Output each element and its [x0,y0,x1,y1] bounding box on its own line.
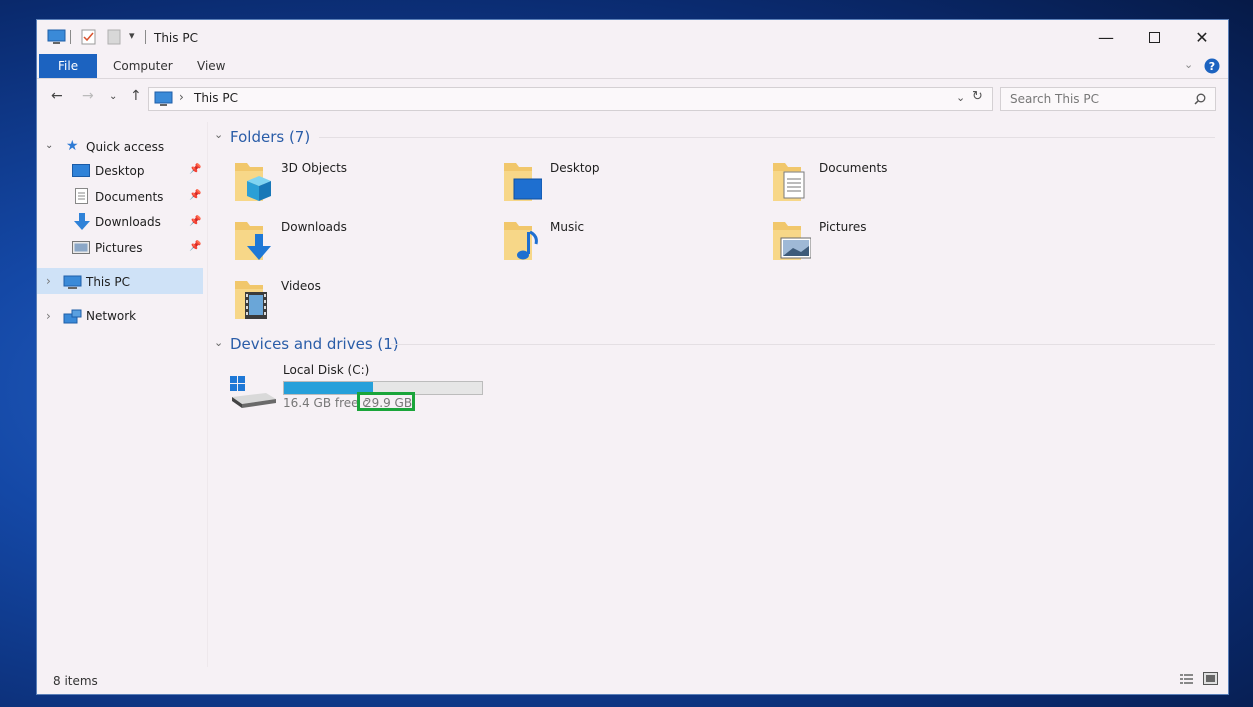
chevron-down-icon[interactable]: ⌄ [45,134,53,158]
chevron-down-icon[interactable]: ⌄ [214,336,223,349]
this-pc-icon [154,91,173,106]
folder-documents-icon [773,163,805,201]
close-icon: ✕ [1195,27,1209,47]
ribbon-tabs: File Computer View ⌄ ? [37,54,1228,78]
documents-icon [75,188,88,204]
pin-icon[interactable]: 📌 [189,241,201,252]
folder-videos[interactable]: Videos [233,275,493,327]
folder-music[interactable]: Music [502,216,762,268]
folder-desktop[interactable]: Desktop [502,157,762,209]
folder-3d-objects[interactable]: 3D Objects [233,157,493,209]
folder-label: Videos [281,279,321,293]
status-item-count: 8 items [53,674,98,688]
folder-label: Music [550,220,585,234]
nav-item-desktop[interactable]: Desktop [95,159,145,183]
title-bar: ▾ This PC — ✕ [37,20,1228,54]
close-button[interactable]: ✕ [1179,20,1225,54]
window-title: This PC [154,31,198,45]
folder-desktop-icon [504,163,542,201]
address-bar[interactable]: › This PC ⌄ ↻ [148,87,993,111]
details-view-icon[interactable] [1180,673,1194,685]
folder-label: Desktop [550,161,600,175]
folder-documents[interactable]: Documents [771,157,1031,209]
desktop-icon [72,164,90,177]
navigation-pane: ⌄ ★ Quick access Desktop 📌 Documents 📌 D… [37,122,208,667]
folder-label: Downloads [281,220,347,234]
pin-icon[interactable]: 📌 [189,164,201,175]
folder-label: Documents [819,161,888,175]
properties-icon[interactable] [81,29,97,45]
network-icon [63,309,82,324]
highlight-box [357,392,415,411]
ribbon-divider [37,78,1228,79]
help-icon[interactable]: ? [1204,58,1220,74]
minimize-icon: — [1098,27,1114,47]
section-divider [319,137,1215,138]
pin-icon[interactable]: 📌 [189,216,201,227]
search-icon[interactable] [1194,93,1206,105]
forward-icon[interactable]: → [82,88,94,104]
section-divider [391,344,1215,345]
expand-ribbon-icon[interactable]: ⌄ [1184,58,1193,71]
chevron-down-icon[interactable]: ⌄ [214,128,223,141]
tab-computer[interactable]: Computer [99,54,187,78]
folder-downloads[interactable]: Downloads [233,216,493,268]
svg-text:?: ? [1209,60,1215,73]
chevron-right-icon[interactable]: › [46,304,51,328]
folder-downloads-icon [235,222,271,260]
star-icon: ★ [66,138,79,154]
folder-pictures-icon [773,222,811,260]
new-folder-icon[interactable] [107,29,121,45]
large-icons-view-icon[interactable] [1203,672,1218,685]
hard-drive-icon [230,376,276,408]
nav-quick-access[interactable]: Quick access [86,135,164,159]
breadcrumb-separator[interactable]: › [179,90,184,104]
folders-header[interactable]: Folders (7) [230,128,310,146]
nav-this-pc[interactable]: This PC [86,270,130,294]
search-box[interactable]: Search This PC [1000,87,1216,111]
customize-toolbar-icon[interactable]: ▾ [129,29,135,42]
recent-locations-icon[interactable]: ⌄ [109,91,117,102]
nav-network[interactable]: Network [86,304,136,328]
nav-item-pictures[interactable]: Pictures [95,236,143,260]
folder-label: 3D Objects [281,161,348,175]
maximize-icon [1148,31,1160,43]
pictures-icon [72,241,90,254]
search-input[interactable]: Search This PC [1010,92,1099,106]
tab-view[interactable]: View [183,54,239,78]
divider [145,30,146,44]
refresh-icon[interactable]: ↻ [972,89,983,104]
nav-item-downloads[interactable]: Downloads [95,210,161,234]
pin-icon[interactable]: 📌 [189,190,201,201]
drives-header[interactable]: Devices and drives (1) [230,335,399,353]
folder-pictures[interactable]: Pictures [771,216,1031,268]
address-dropdown-icon[interactable]: ⌄ [956,91,965,104]
this-pc-icon [47,29,66,44]
drive-name: Local Disk (C:) [283,363,370,377]
folder-3d-objects-icon [235,163,271,201]
file-explorer-window: ▾ This PC — ✕ File Computer View ⌄ ? ← →… [37,20,1228,694]
chevron-right-icon[interactable]: › [46,269,51,293]
maximize-button[interactable] [1131,20,1177,54]
nav-item-documents[interactable]: Documents [95,185,163,209]
this-pc-icon [63,275,82,289]
folder-label: Pictures [819,220,867,234]
up-icon[interactable]: ↑ [130,88,142,104]
folder-videos-icon [235,281,267,319]
breadcrumb-this-pc[interactable]: This PC [194,91,238,105]
tab-file[interactable]: File [39,54,98,78]
back-icon[interactable]: ← [51,88,63,104]
divider [70,30,71,44]
downloads-icon [74,213,90,230]
minimize-button[interactable]: — [1083,20,1129,54]
folder-music-icon [504,222,538,260]
